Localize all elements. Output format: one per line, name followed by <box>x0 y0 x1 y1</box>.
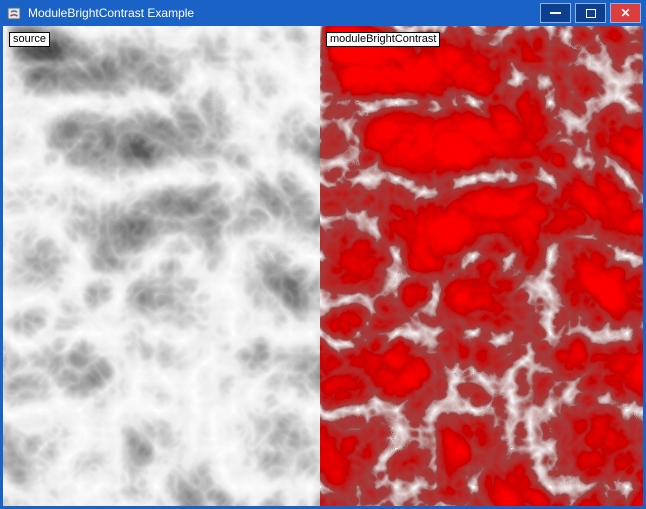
content-area: source moduleBrightContrast <box>3 26 643 506</box>
close-icon: ✕ <box>620 7 630 19</box>
window-title: ModuleBrightContrast Example <box>28 6 540 20</box>
result-texture <box>320 26 643 506</box>
maximize-button[interactable] <box>575 3 606 23</box>
minimize-button[interactable] <box>540 3 571 23</box>
java-app-icon[interactable] <box>6 5 22 21</box>
result-image-panel: moduleBrightContrast <box>320 26 643 506</box>
title-bar[interactable]: ModuleBrightContrast Example ✕ <box>0 0 646 26</box>
source-texture <box>3 26 320 506</box>
source-image-label: source <box>9 32 50 47</box>
maximize-icon <box>586 9 596 18</box>
source-image-panel: source <box>3 26 320 506</box>
close-button[interactable]: ✕ <box>610 3 641 23</box>
minimize-icon <box>550 12 561 14</box>
window-controls: ✕ <box>540 3 641 23</box>
app-window: ModuleBrightContrast Example ✕ source mo <box>0 0 646 509</box>
result-image-label: moduleBrightContrast <box>326 32 440 47</box>
